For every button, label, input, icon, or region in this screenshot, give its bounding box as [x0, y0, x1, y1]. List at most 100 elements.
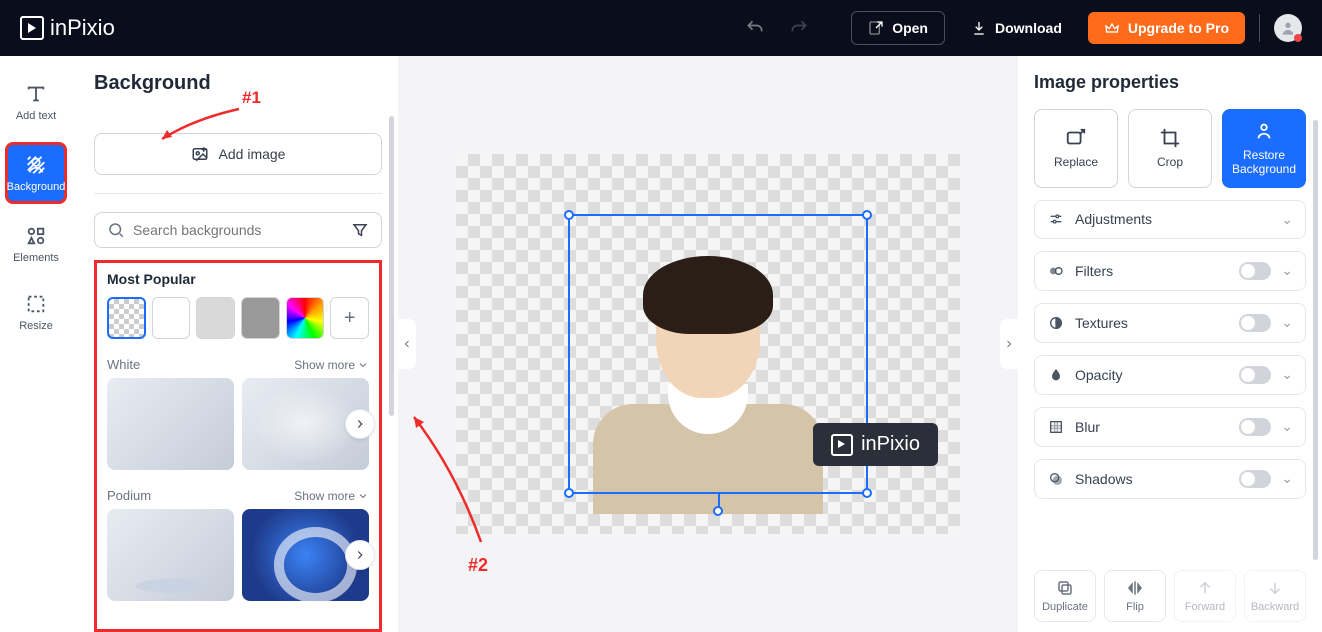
- swatch-gray[interactable]: [241, 297, 280, 339]
- bg-section-podium: Podium Show more: [107, 488, 369, 601]
- prop-textures[interactable]: Textures ⌄: [1034, 303, 1306, 343]
- chevron-right-icon: [1003, 338, 1015, 350]
- arrow-down-icon: [1266, 579, 1284, 597]
- resize-handle-bl[interactable]: [564, 488, 574, 498]
- swatch-row: +: [107, 297, 369, 339]
- header-divider: [1259, 14, 1260, 42]
- panel-title: Background: [94, 72, 382, 95]
- chevron-right-icon: [353, 548, 367, 562]
- history-controls: [743, 16, 811, 40]
- duplicate-icon: [1056, 579, 1074, 597]
- chevron-down-icon: ⌄: [1281, 366, 1293, 383]
- opacity-toggle[interactable]: [1239, 366, 1271, 384]
- bg-section-title: Podium: [107, 488, 151, 503]
- resize-icon: [24, 292, 48, 316]
- tool-resize[interactable]: Resize: [5, 284, 67, 340]
- search-input[interactable]: [133, 222, 343, 238]
- textures-toggle[interactable]: [1239, 314, 1271, 332]
- search-icon: [107, 221, 125, 239]
- swatch-white[interactable]: [152, 297, 191, 339]
- download-button[interactable]: Download: [955, 12, 1078, 44]
- resize-handle-tl[interactable]: [564, 210, 574, 220]
- chevron-left-icon: [401, 338, 413, 350]
- add-image-icon: [191, 145, 209, 163]
- left-panel-scrollbar[interactable]: [389, 116, 394, 416]
- annotation-highlight-box: Most Popular + White Show more: [94, 260, 382, 632]
- prop-shadows[interactable]: Shadows ⌄: [1034, 459, 1306, 499]
- person-icon: [1253, 120, 1275, 142]
- image-actions: Replace Crop Restore Background: [1034, 109, 1306, 188]
- resize-handle-br[interactable]: [862, 488, 872, 498]
- user-icon: [1280, 20, 1296, 36]
- prop-filters[interactable]: Filters ⌄: [1034, 251, 1306, 291]
- swatch-transparent[interactable]: [107, 297, 146, 339]
- bg-thumb-podium-1[interactable]: [107, 509, 234, 601]
- scroll-right-podium[interactable]: [345, 540, 375, 570]
- resize-handle-tr[interactable]: [862, 210, 872, 220]
- right-panel: Image properties Replace Crop Restore Ba…: [1018, 56, 1322, 632]
- arrow-up-icon: [1196, 579, 1214, 597]
- shadows-toggle[interactable]: [1239, 470, 1271, 488]
- collapse-right-panel[interactable]: [1000, 319, 1018, 369]
- duplicate-button[interactable]: Duplicate: [1034, 570, 1096, 622]
- panel-divider: [94, 193, 382, 194]
- chevron-right-icon: [353, 417, 367, 431]
- show-more-podium[interactable]: Show more: [294, 489, 369, 503]
- open-button[interactable]: Open: [851, 11, 945, 45]
- collapse-left-panel[interactable]: [398, 319, 416, 369]
- redo-icon[interactable]: [787, 16, 811, 40]
- crown-icon: [1104, 20, 1120, 36]
- show-more-white[interactable]: Show more: [294, 358, 369, 372]
- crop-button[interactable]: Crop: [1128, 109, 1212, 188]
- replace-button[interactable]: Replace: [1034, 109, 1118, 188]
- canvas-frame[interactable]: inPixio: [488, 174, 928, 514]
- chevron-down-icon: [357, 490, 369, 502]
- play-logo-icon: [20, 16, 44, 40]
- search-backgrounds[interactable]: [94, 212, 382, 248]
- tool-rail: Add text Background Elements Resize: [0, 56, 72, 632]
- crop-icon: [1159, 127, 1181, 149]
- swatch-color-picker[interactable]: [286, 297, 325, 339]
- flip-button[interactable]: Flip: [1104, 570, 1166, 622]
- right-panel-scrollbar[interactable]: [1313, 120, 1318, 560]
- avatar[interactable]: [1274, 14, 1302, 42]
- annotation-tag-1: #1: [242, 88, 261, 108]
- background-icon: [24, 153, 48, 177]
- filters-toggle[interactable]: [1239, 262, 1271, 280]
- brand-text: inPixio: [50, 15, 115, 41]
- tool-elements[interactable]: Elements: [5, 216, 67, 272]
- undo-icon[interactable]: [743, 16, 767, 40]
- bg-thumb-white-1[interactable]: [107, 378, 234, 470]
- filter-icon[interactable]: [351, 221, 369, 239]
- upgrade-button[interactable]: Upgrade to Pro: [1088, 12, 1245, 44]
- sliders-icon: [1047, 211, 1065, 227]
- brand-logo: inPixio: [20, 15, 115, 41]
- download-icon: [971, 20, 987, 36]
- swatch-add[interactable]: +: [330, 297, 369, 339]
- chevron-down-icon: ⌄: [1281, 418, 1293, 435]
- elements-icon: [24, 224, 48, 248]
- opacity-icon: [1047, 367, 1065, 383]
- blur-toggle[interactable]: [1239, 418, 1271, 436]
- text-icon: [24, 82, 48, 106]
- shadows-icon: [1047, 471, 1065, 487]
- tool-add-text[interactable]: Add text: [5, 74, 67, 130]
- prop-blur[interactable]: Blur ⌄: [1034, 407, 1306, 447]
- watermark-badge: inPixio: [813, 423, 938, 466]
- tool-background[interactable]: Background: [5, 142, 67, 204]
- annotation-tag-2: #2: [468, 555, 488, 576]
- backward-button: Backward: [1244, 570, 1306, 622]
- swatch-light-gray[interactable]: [196, 297, 235, 339]
- right-panel-title: Image properties: [1034, 72, 1306, 93]
- rotate-handle[interactable]: [713, 506, 723, 516]
- textures-icon: [1047, 315, 1065, 331]
- scroll-right-white[interactable]: [345, 409, 375, 439]
- prop-opacity[interactable]: Opacity ⌄: [1034, 355, 1306, 395]
- restore-background-button[interactable]: Restore Background: [1222, 109, 1306, 188]
- prop-adjustments[interactable]: Adjustments ⌄: [1034, 200, 1306, 239]
- chevron-down-icon: ⌄: [1281, 314, 1293, 331]
- chevron-down-icon: ⌄: [1281, 262, 1293, 279]
- most-popular-label: Most Popular: [107, 271, 369, 287]
- left-panel: Background #1 Add image Most Popular +: [72, 56, 398, 632]
- add-image-button[interactable]: Add image: [94, 133, 382, 175]
